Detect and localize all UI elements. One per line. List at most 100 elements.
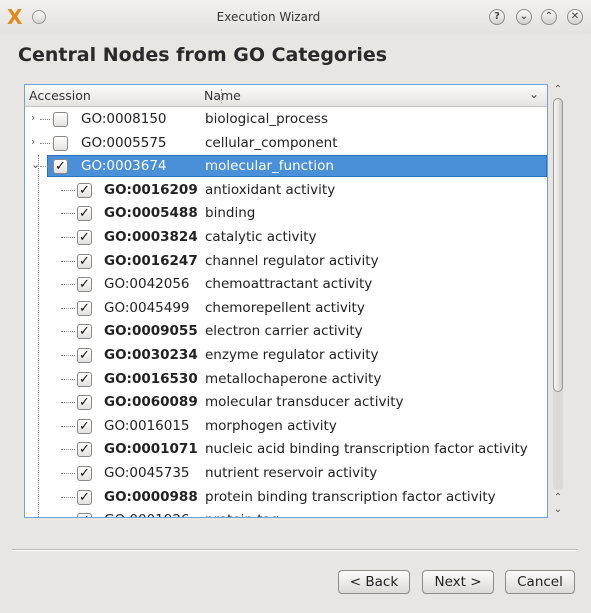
tree-row[interactable]: › GO:0005575 cellular_component xyxy=(25,132,547,156)
tree-connector xyxy=(61,213,75,215)
expand-icon[interactable]: › xyxy=(31,111,35,124)
checkbox-checked[interactable]: ✓ xyxy=(77,348,92,363)
accession-cell: GO:0030234 xyxy=(104,347,198,363)
tree-row[interactable]: ✓ GO:0030234 enzyme regulator activity xyxy=(25,344,547,368)
tree-connector xyxy=(61,284,75,286)
checkbox-unchecked[interactable] xyxy=(53,112,68,127)
tree-connector xyxy=(61,473,75,474)
tree-connector xyxy=(40,142,50,144)
tree-row[interactable]: ✓ GO:0001926 protein tag xyxy=(25,509,547,517)
collapse-icon[interactable]: ⌄ xyxy=(31,158,40,171)
name-cell: protein binding transcription factor act… xyxy=(205,488,496,505)
accession-cell: GO:0001926 xyxy=(104,512,190,517)
scroll-down-icon[interactable]: ⌄ xyxy=(552,504,564,515)
tree-row[interactable]: ✓ GO:0060089 molecular transducer activity xyxy=(25,391,547,415)
name-cell: chemoattractant activity xyxy=(205,276,373,293)
tree-connector xyxy=(61,425,75,427)
tree-row[interactable]: ✓ GO:0045499 chemorepellent activity xyxy=(25,297,547,321)
accession-cell: GO:0005575 xyxy=(81,134,167,151)
tree-connector xyxy=(61,378,75,380)
tree-row[interactable]: › GO:0008150 biological_process xyxy=(25,108,547,132)
accession-cell: GO:0008150 xyxy=(81,111,167,127)
name-cell: metallochaperone activity xyxy=(205,370,382,387)
scroll-up-icon[interactable]: ⌃ xyxy=(552,84,564,95)
title-bar: X Execution Wizard ? ⌄ ⌃ ✕ xyxy=(0,0,591,34)
page-title: Central Nodes from GO Categories xyxy=(18,44,388,66)
tree-row[interactable]: ✓ GO:0016015 morphogen activity xyxy=(25,415,547,439)
accession-cell: GO:0045735 xyxy=(104,465,190,481)
checkbox-checked[interactable]: ✓ xyxy=(77,418,92,434)
checkbox-checked[interactable]: ✓ xyxy=(77,230,92,245)
checkbox-checked[interactable]: ✓ xyxy=(77,442,92,458)
tree-row[interactable]: ⌄ ✓ GO:0003674 molecular_function xyxy=(25,155,547,179)
checkbox-checked[interactable]: ✓ xyxy=(53,159,68,175)
name-cell: biological_process xyxy=(205,111,328,127)
vertical-scrollbar[interactable]: ⌃ ⌃ ⌄ xyxy=(550,84,566,518)
back-button[interactable]: < Back xyxy=(338,570,410,594)
minimize-icon[interactable]: ⌄ xyxy=(516,9,532,25)
name-cell: nutrient reservoir activity xyxy=(205,465,378,481)
accession-cell: GO:0005488 xyxy=(104,205,198,222)
accession-cell: GO:0003674 xyxy=(81,158,167,175)
column-menu-icon[interactable]: ⌄ xyxy=(529,87,539,101)
tree-row[interactable]: ✓ GO:0009055 electron carrier activity xyxy=(25,320,547,344)
help-icon[interactable]: ? xyxy=(489,9,505,25)
accession-cell: GO:0045499 xyxy=(104,299,190,316)
checkbox-checked[interactable]: ✓ xyxy=(77,324,92,340)
tree-row[interactable]: ✓ GO:0016530 metallochaperone activity xyxy=(25,368,547,392)
cancel-button[interactable]: Cancel xyxy=(505,570,575,594)
accession-cell: GO:0009055 xyxy=(104,323,198,340)
column-header-accession[interactable]: Accession xyxy=(29,88,91,103)
close-icon[interactable]: ✕ xyxy=(567,9,583,25)
name-cell: binding xyxy=(205,205,256,222)
name-cell: cellular_component xyxy=(205,134,338,151)
tree-connector xyxy=(61,449,75,451)
tree-connector xyxy=(61,189,75,191)
checkbox-checked[interactable]: ✓ xyxy=(77,466,92,481)
tree-row[interactable]: ✓ GO:0001071 nucleic acid binding transcri… xyxy=(25,438,547,462)
tree-connector xyxy=(61,307,75,309)
next-button[interactable]: Next > xyxy=(422,570,494,594)
tree-row[interactable]: ✓ GO:0045735 nutrient reservoir activity xyxy=(25,462,547,486)
expand-icon[interactable]: › xyxy=(31,135,35,148)
accession-cell: GO:0016209 xyxy=(104,181,198,198)
tree-row[interactable]: ✓ GO:0016209 antioxidant activity xyxy=(25,179,547,203)
checkbox-checked[interactable]: ✓ xyxy=(77,182,92,198)
checkbox-checked[interactable]: ✓ xyxy=(77,206,92,222)
tree-connector xyxy=(61,237,75,238)
tree-connector xyxy=(40,166,50,168)
name-cell: antioxidant activity xyxy=(205,181,336,198)
name-cell: chemorepellent activity xyxy=(205,299,365,316)
checkbox-checked[interactable]: ✓ xyxy=(77,300,92,316)
checkbox-unchecked[interactable] xyxy=(53,135,68,151)
checkbox-checked[interactable]: ✓ xyxy=(77,371,92,387)
checkbox-checked[interactable]: ✓ xyxy=(77,395,92,411)
name-cell: protein tag xyxy=(205,512,279,517)
checkbox-checked[interactable]: ✓ xyxy=(77,253,92,269)
maximize-icon[interactable]: ⌃ xyxy=(541,9,557,25)
checkbox-checked[interactable]: ✓ xyxy=(77,277,92,293)
name-cell: electron carrier activity xyxy=(205,323,363,340)
scroll-thumb[interactable] xyxy=(553,98,563,392)
tree-row[interactable]: ✓ GO:0042056 chemoattractant activity xyxy=(25,273,547,297)
scroll-top-down-icon[interactable]: ⌃ xyxy=(552,492,564,503)
name-cell: molecular_function xyxy=(205,158,334,175)
tree-connector xyxy=(61,331,75,333)
accession-cell: GO:0000988 xyxy=(104,488,198,505)
tree-header: Accession Name ⌄ xyxy=(25,85,547,107)
tree-row[interactable]: ✓ GO:0005488 binding xyxy=(25,202,547,226)
checkbox-checked[interactable]: ✓ xyxy=(77,489,92,505)
accession-cell: GO:0060089 xyxy=(104,394,198,411)
go-category-tree[interactable]: Accession Name ⌄ › GO:0008150 biological_p… xyxy=(24,84,548,518)
accession-cell: GO:0001071 xyxy=(104,441,198,458)
tree-row[interactable]: ✓ GO:0000988 protein binding transcription… xyxy=(25,486,547,510)
accession-cell: GO:0016015 xyxy=(104,417,190,434)
tree-row[interactable]: ✓ GO:0016247 channel regulator activity xyxy=(25,250,547,274)
name-cell: molecular transducer activity xyxy=(205,394,404,411)
tree-row[interactable]: ✓ GO:0003824 catalytic activity xyxy=(25,226,547,250)
column-header-name[interactable]: Name xyxy=(204,88,241,103)
checkbox-checked[interactable]: ✓ xyxy=(77,513,92,517)
accession-cell: GO:0016247 xyxy=(104,252,198,269)
name-cell: nucleic acid binding transcription facto… xyxy=(205,441,528,458)
tree-connector xyxy=(61,260,75,262)
